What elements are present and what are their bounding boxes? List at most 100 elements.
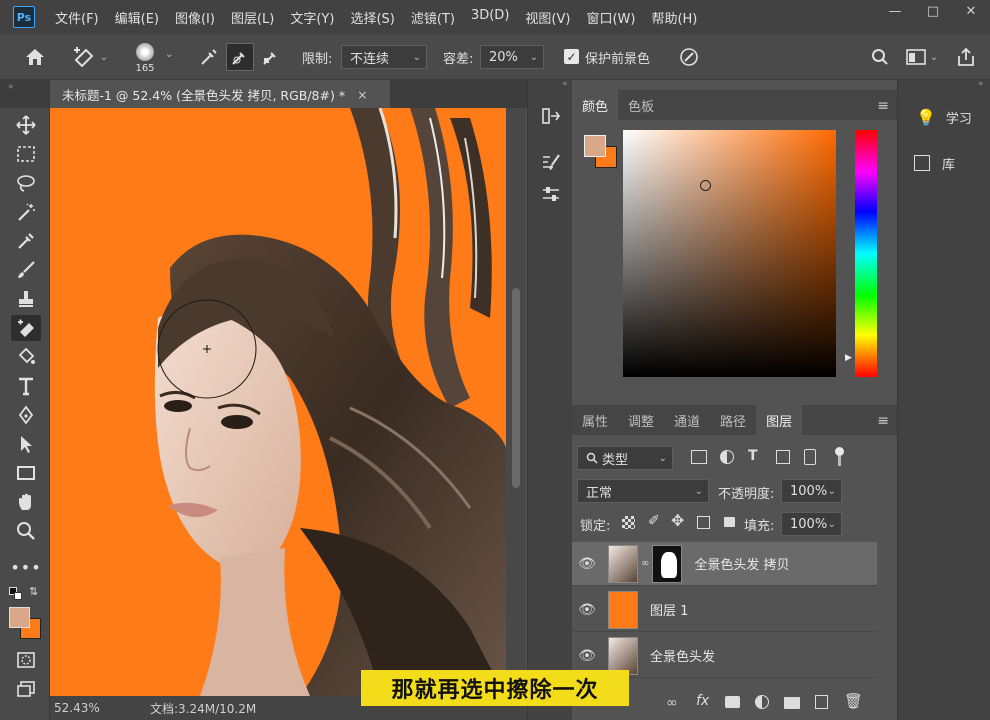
filter-pixel-icon[interactable] <box>691 450 707 464</box>
filter-adjustment-icon[interactable] <box>720 450 734 464</box>
tab-properties[interactable]: 属性 <box>572 405 618 435</box>
close-tab-icon[interactable]: × <box>357 87 367 102</box>
menu-image[interactable]: 图像(I) <box>175 8 215 27</box>
panel-menu-icon[interactable]: ≡ <box>877 413 889 429</box>
eyedropper-tool[interactable] <box>11 228 41 254</box>
hand-tool[interactable] <box>11 489 41 515</box>
minimize-button[interactable]: — <box>876 0 914 22</box>
tab-adjustments[interactable]: 调整 <box>618 405 664 435</box>
fx-icon[interactable]: fx <box>696 693 709 709</box>
blend-mode-select[interactable]: 正常 ⌄ <box>577 479 709 503</box>
adjustments-button[interactable] <box>537 180 565 208</box>
protect-foreground-checkbox[interactable]: ✓ <box>564 49 579 64</box>
scrollbar-thumb[interactable] <box>512 288 520 488</box>
sampling-continuous-button[interactable] <box>195 44 223 70</box>
color-panel-foreground-swatch[interactable] <box>584 135 606 157</box>
add-mask-icon[interactable] <box>725 696 740 708</box>
maximize-button[interactable]: □ <box>914 0 952 22</box>
tab-swatches[interactable]: 色板 <box>618 90 664 120</box>
color-field[interactable] <box>623 130 836 377</box>
layer-row[interactable]: 👁 ∞ 全景色头发 拷贝 <box>572 542 877 586</box>
menu-file[interactable]: 文件(F) <box>55 8 99 27</box>
swap-colors-icon[interactable]: ⇅ <box>29 585 38 598</box>
lasso-tool[interactable] <box>11 170 41 196</box>
brush-tool[interactable] <box>11 257 41 283</box>
close-window-button[interactable]: ✕ <box>952 0 990 22</box>
lock-image-icon[interactable]: ✐ <box>648 513 660 529</box>
brush-settings-button[interactable] <box>537 148 565 176</box>
libraries-panel-button[interactable]: 库 <box>898 143 990 183</box>
sampling-background-button[interactable] <box>257 44 285 70</box>
lock-transparent-icon[interactable] <box>622 516 635 529</box>
new-layer-icon[interactable] <box>815 695 828 709</box>
tab-paths[interactable]: 路径 <box>710 405 756 435</box>
vertical-scrollbar[interactable] <box>506 108 526 696</box>
default-colors-icon[interactable] <box>9 587 23 601</box>
magic-wand-tool[interactable] <box>11 199 41 225</box>
tab-layers[interactable]: 图层 <box>756 405 803 435</box>
visibility-toggle[interactable]: 👁 <box>572 556 602 572</box>
workspace-button[interactable]: ⌄ <box>902 45 942 69</box>
shape-tool[interactable] <box>11 460 41 486</box>
visibility-toggle[interactable]: 👁 <box>572 648 602 664</box>
document-tab[interactable]: 未标题-1 @ 52.4% (全景色头发 拷贝, RGB/8#) * × <box>50 80 390 108</box>
tool-preset-picker[interactable]: ⌄ <box>68 43 112 71</box>
opacity-input[interactable]: 100% ⌄ <box>781 479 842 503</box>
zoom-tool[interactable] <box>11 518 41 544</box>
layer-filter-select[interactable]: 类型 ⌄ <box>577 446 673 470</box>
menu-type[interactable]: 文字(Y) <box>290 8 334 27</box>
link-layers-icon[interactable]: ∞ <box>666 695 678 711</box>
filter-type-icon[interactable]: T <box>748 448 758 464</box>
menu-layer[interactable]: 图层(L) <box>231 8 274 27</box>
filter-smart-object-icon[interactable] <box>804 449 816 465</box>
menu-select[interactable]: 选择(S) <box>350 8 394 27</box>
menu-window[interactable]: 窗口(W) <box>586 8 635 27</box>
pen-tool[interactable] <box>11 402 41 428</box>
panel-menu-icon[interactable]: ≡ <box>877 98 889 114</box>
zoom-level[interactable]: 52.43% <box>54 701 134 715</box>
home-button[interactable] <box>22 45 48 69</box>
hue-slider[interactable] <box>855 130 877 377</box>
lock-all-icon[interactable] <box>724 517 735 527</box>
menu-3d[interactable]: 3D(D) <box>471 8 509 27</box>
search-button[interactable] <box>868 45 892 69</box>
layer-row[interactable]: 👁 图层 1 <box>572 588 877 632</box>
collapse-arrows-icon[interactable]: » <box>978 79 984 89</box>
collapse-arrows-icon[interactable]: « <box>562 79 568 89</box>
new-group-icon[interactable] <box>784 697 800 709</box>
lock-position-icon[interactable]: ✥ <box>671 511 684 530</box>
new-adjustment-icon[interactable] <box>755 695 769 709</box>
link-icon[interactable]: ∞ <box>641 558 649 569</box>
pressure-button[interactable] <box>676 44 702 70</box>
limit-select[interactable]: 不连续 ⌄ <box>341 45 427 69</box>
eraser-tool[interactable] <box>11 315 41 341</box>
move-tool[interactable] <box>11 112 41 138</box>
menu-view[interactable]: 视图(V) <box>525 8 570 27</box>
marquee-tool[interactable] <box>11 141 41 167</box>
menu-edit[interactable]: 编辑(E) <box>115 8 159 27</box>
trash-icon[interactable]: 🗑 <box>844 692 863 710</box>
fill-input[interactable]: 100% ⌄ <box>781 512 842 536</box>
filter-toggle-icon[interactable] <box>835 447 844 456</box>
clone-stamp-tool[interactable] <box>11 286 41 312</box>
screen-mode-button[interactable] <box>11 676 41 702</box>
canvas[interactable] <box>50 108 506 696</box>
sampling-once-button[interactable] <box>226 43 254 71</box>
more-tools[interactable]: ••• <box>10 554 41 580</box>
share-button[interactable] <box>953 44 979 70</box>
layer-mask-thumbnail[interactable] <box>652 544 683 583</box>
filter-shape-icon[interactable] <box>776 450 790 464</box>
tab-color[interactable]: 颜色 <box>572 90 619 120</box>
gradient-tool[interactable] <box>11 344 41 370</box>
lock-artboard-icon[interactable] <box>697 516 710 529</box>
quick-mask-button[interactable] <box>11 647 41 673</box>
foreground-color-swatch[interactable] <box>9 607 30 628</box>
brush-picker[interactable]: 165 <box>128 38 162 78</box>
type-tool[interactable] <box>11 373 41 399</box>
tolerance-input[interactable]: 20% ⌄ <box>480 45 544 69</box>
visibility-toggle[interactable]: 👁 <box>572 602 602 618</box>
history-panel-button[interactable] <box>537 102 565 130</box>
path-selection-tool[interactable] <box>11 431 41 457</box>
collapse-arrows-icon[interactable]: » <box>8 82 14 92</box>
menu-help[interactable]: 帮助(H) <box>651 8 697 27</box>
